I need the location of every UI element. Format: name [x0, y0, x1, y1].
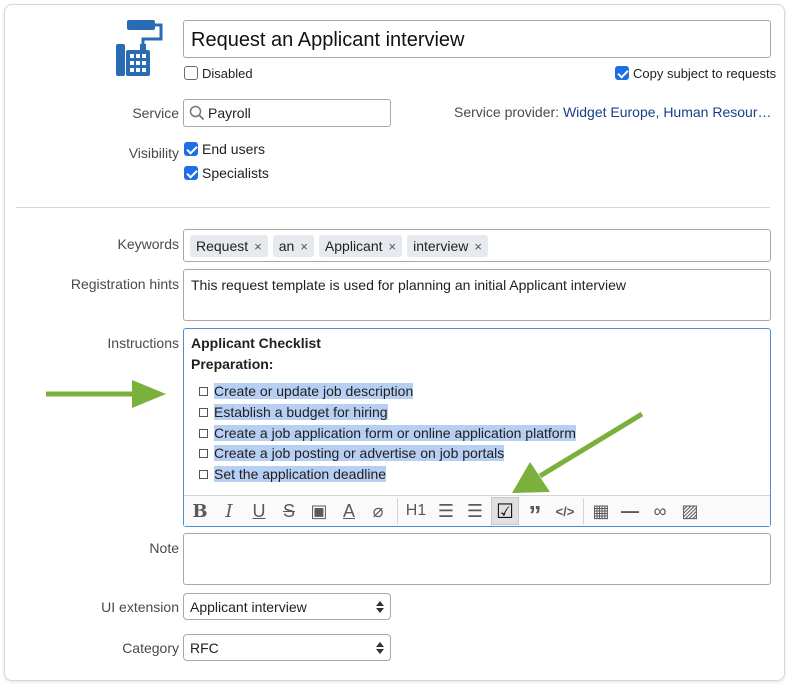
- service-provider-link[interactable]: Widget Europe, Human Resour…: [563, 104, 770, 120]
- category-select[interactable]: RFC: [183, 634, 391, 661]
- remove-keyword-icon[interactable]: ×: [474, 239, 482, 254]
- note-textarea[interactable]: [183, 533, 771, 585]
- keywords-label: Keywords: [117, 236, 179, 252]
- remove-keyword-icon[interactable]: ×: [300, 239, 308, 254]
- arrow-pointer-instructions: [44, 378, 169, 410]
- arrow-pointer-checklist: [510, 410, 645, 495]
- title-input[interactable]: Request an Applicant interview: [183, 20, 771, 58]
- disabled-checkbox[interactable]: Disabled: [184, 65, 253, 81]
- keywords-input[interactable]: Request × an × Applicant × interview ×: [183, 229, 771, 262]
- code-icon[interactable]: </>: [552, 497, 578, 525]
- checkbox-icon[interactable]: [199, 387, 208, 396]
- ui-extension-select[interactable]: Applicant interview: [183, 593, 391, 620]
- checklist-item[interactable]: Create or update job description: [199, 383, 414, 399]
- end-users-checkbox-box[interactable]: [184, 142, 198, 156]
- service-provider-label: Service provider:: [454, 104, 560, 120]
- registration-hints-label: Registration hints: [70, 276, 179, 292]
- strikethrough-icon[interactable]: S: [277, 497, 301, 525]
- toolbar-separator: [583, 498, 584, 524]
- registration-hints-textarea[interactable]: This request template is used for planni…: [183, 269, 771, 321]
- title-text: Request an Applicant interview: [191, 29, 465, 51]
- specialists-checkbox-box[interactable]: [184, 166, 198, 180]
- checklist-item[interactable]: Create a job posting or advertise on job…: [199, 445, 505, 461]
- ui-extension-label: UI extension: [101, 599, 179, 615]
- visibility-label: Visibility: [128, 145, 179, 161]
- registration-hints-text: This request template is used for planni…: [191, 277, 627, 293]
- link-icon[interactable]: ∞: [648, 497, 672, 525]
- keyword-chip: interview ×: [407, 235, 488, 257]
- visibility-specialists-checkbox[interactable]: Specialists: [184, 165, 269, 181]
- heading-icon[interactable]: H1: [402, 497, 430, 525]
- template-icon: [112, 18, 172, 80]
- keyword-chip: Applicant ×: [318, 235, 403, 257]
- clear-format-icon[interactable]: ⌀: [366, 497, 390, 525]
- checklist-item[interactable]: Establish a budget for hiring: [199, 404, 388, 420]
- instructions-heading: Applicant Checklist: [191, 335, 321, 351]
- underline-icon[interactable]: U: [247, 497, 271, 525]
- service-label: Service: [132, 105, 179, 121]
- service-provider: Service provider: Widget Europe, Human R…: [454, 104, 770, 120]
- table-icon[interactable]: ▦: [589, 497, 613, 525]
- bullet-list-icon[interactable]: ☰: [463, 497, 487, 525]
- search-icon: [189, 105, 205, 124]
- checkbox-icon[interactable]: [199, 408, 208, 417]
- instructions-subheading: Preparation:: [191, 356, 274, 372]
- section-divider: [16, 207, 770, 208]
- service-value: Payroll: [208, 105, 251, 121]
- select-arrows-icon: [376, 641, 384, 655]
- remove-keyword-icon[interactable]: ×: [254, 239, 262, 254]
- select-arrows-icon: [376, 600, 384, 614]
- keyword-chip: an ×: [272, 235, 314, 257]
- ui-extension-value: Applicant interview: [190, 599, 307, 615]
- copy-subject-checkbox-box[interactable]: [615, 66, 629, 80]
- visibility-end-users-checkbox[interactable]: End users: [184, 141, 265, 157]
- toolbar-separator: [397, 498, 398, 524]
- quote-icon[interactable]: ”: [523, 497, 547, 530]
- category-label: Category: [122, 640, 179, 656]
- service-input[interactable]: Payroll: [183, 99, 391, 127]
- disabled-checkbox-box[interactable]: [184, 66, 198, 80]
- checkbox-icon[interactable]: [199, 429, 208, 438]
- checklist-icon[interactable]: ☑: [491, 497, 519, 525]
- instructions-label: Instructions: [107, 335, 179, 351]
- checkbox-icon[interactable]: [199, 470, 208, 479]
- copy-subject-checkbox[interactable]: Copy subject to requests: [615, 65, 776, 81]
- category-value: RFC: [190, 640, 219, 656]
- note-label: Note: [149, 540, 179, 556]
- italic-icon[interactable]: I: [217, 497, 241, 525]
- horizontal-rule-icon[interactable]: —: [618, 497, 642, 525]
- image-icon[interactable]: ▨: [678, 497, 702, 525]
- ordered-list-icon[interactable]: ☰: [434, 497, 458, 525]
- highlight-icon[interactable]: ▣: [307, 497, 331, 525]
- checkbox-icon[interactable]: [199, 449, 208, 458]
- bold-icon[interactable]: B: [188, 497, 212, 525]
- keyword-chip: Request ×: [190, 235, 268, 257]
- remove-keyword-icon[interactable]: ×: [389, 239, 397, 254]
- text-color-icon[interactable]: A: [337, 497, 361, 525]
- checklist-item[interactable]: Set the application deadline: [199, 466, 387, 482]
